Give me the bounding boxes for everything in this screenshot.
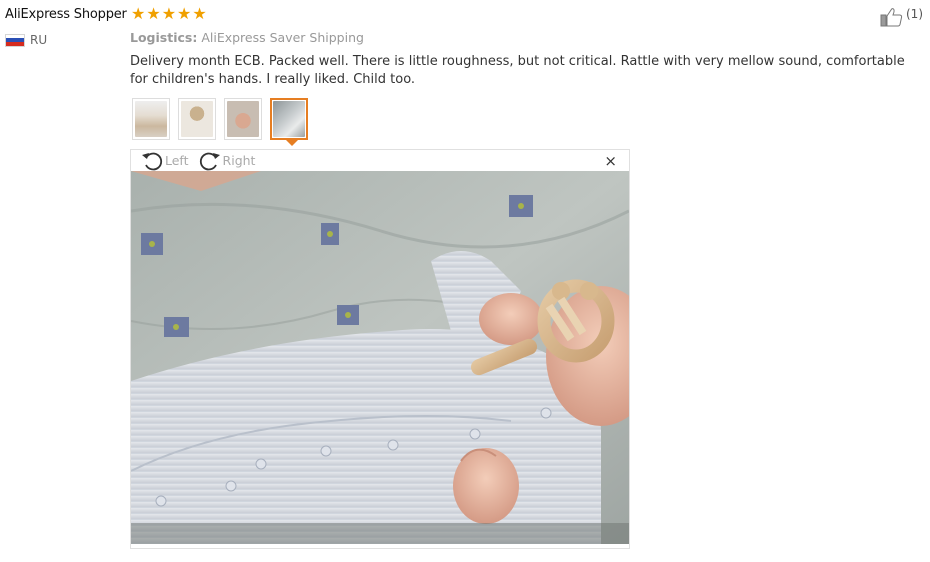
russia-flag-icon <box>5 33 25 47</box>
rotate-left-label: Left <box>165 153 189 168</box>
logistics-value: AliExpress Saver Shipping <box>201 30 364 45</box>
star-icon: ★ <box>161 4 177 23</box>
star-rating: ★ ★ ★ ★ ★ <box>131 5 207 23</box>
country-code: RU <box>30 33 48 47</box>
helpful-button[interactable]: (1) <box>880 7 923 27</box>
rotate-left-icon <box>142 152 163 170</box>
photo-thumbnail-1[interactable] <box>132 98 170 140</box>
rotate-right-label: Right <box>222 153 256 168</box>
rotate-left-button[interactable]: Left <box>141 151 189 171</box>
star-icon: ★ <box>177 4 192 23</box>
photo-thumbnail-3[interactable] <box>224 98 262 140</box>
active-thumbnail-caret <box>286 140 298 146</box>
reviewer-country: RU <box>5 33 47 47</box>
photo-thumbnail-2[interactable] <box>178 98 216 140</box>
viewer-toolbar: Left Right <box>131 150 629 171</box>
image-viewer: Left Right × <box>130 149 630 549</box>
close-viewer-button[interactable]: × <box>604 153 617 169</box>
logistics-label: Logistics: <box>130 30 198 45</box>
reviewer-name: AliExpress Shopper <box>5 7 127 22</box>
review-photo <box>131 171 629 544</box>
star-icon: ★ <box>192 4 207 23</box>
photo-thumbnails <box>132 98 308 140</box>
star-icon: ★ <box>146 4 161 23</box>
photo-thumbnail-4[interactable] <box>270 98 308 140</box>
helpful-count: (1) <box>906 7 923 21</box>
logistics-line: Logistics: AliExpress Saver Shipping <box>130 30 364 45</box>
review-text: Delivery month ECB. Packed well. There i… <box>130 54 905 87</box>
rotate-right-button[interactable]: Right <box>199 151 256 171</box>
rotate-right-icon <box>199 152 220 170</box>
star-icon: ★ <box>131 4 146 23</box>
baby-with-rattle-photo <box>131 171 629 544</box>
thumbs-up-icon <box>880 8 903 27</box>
